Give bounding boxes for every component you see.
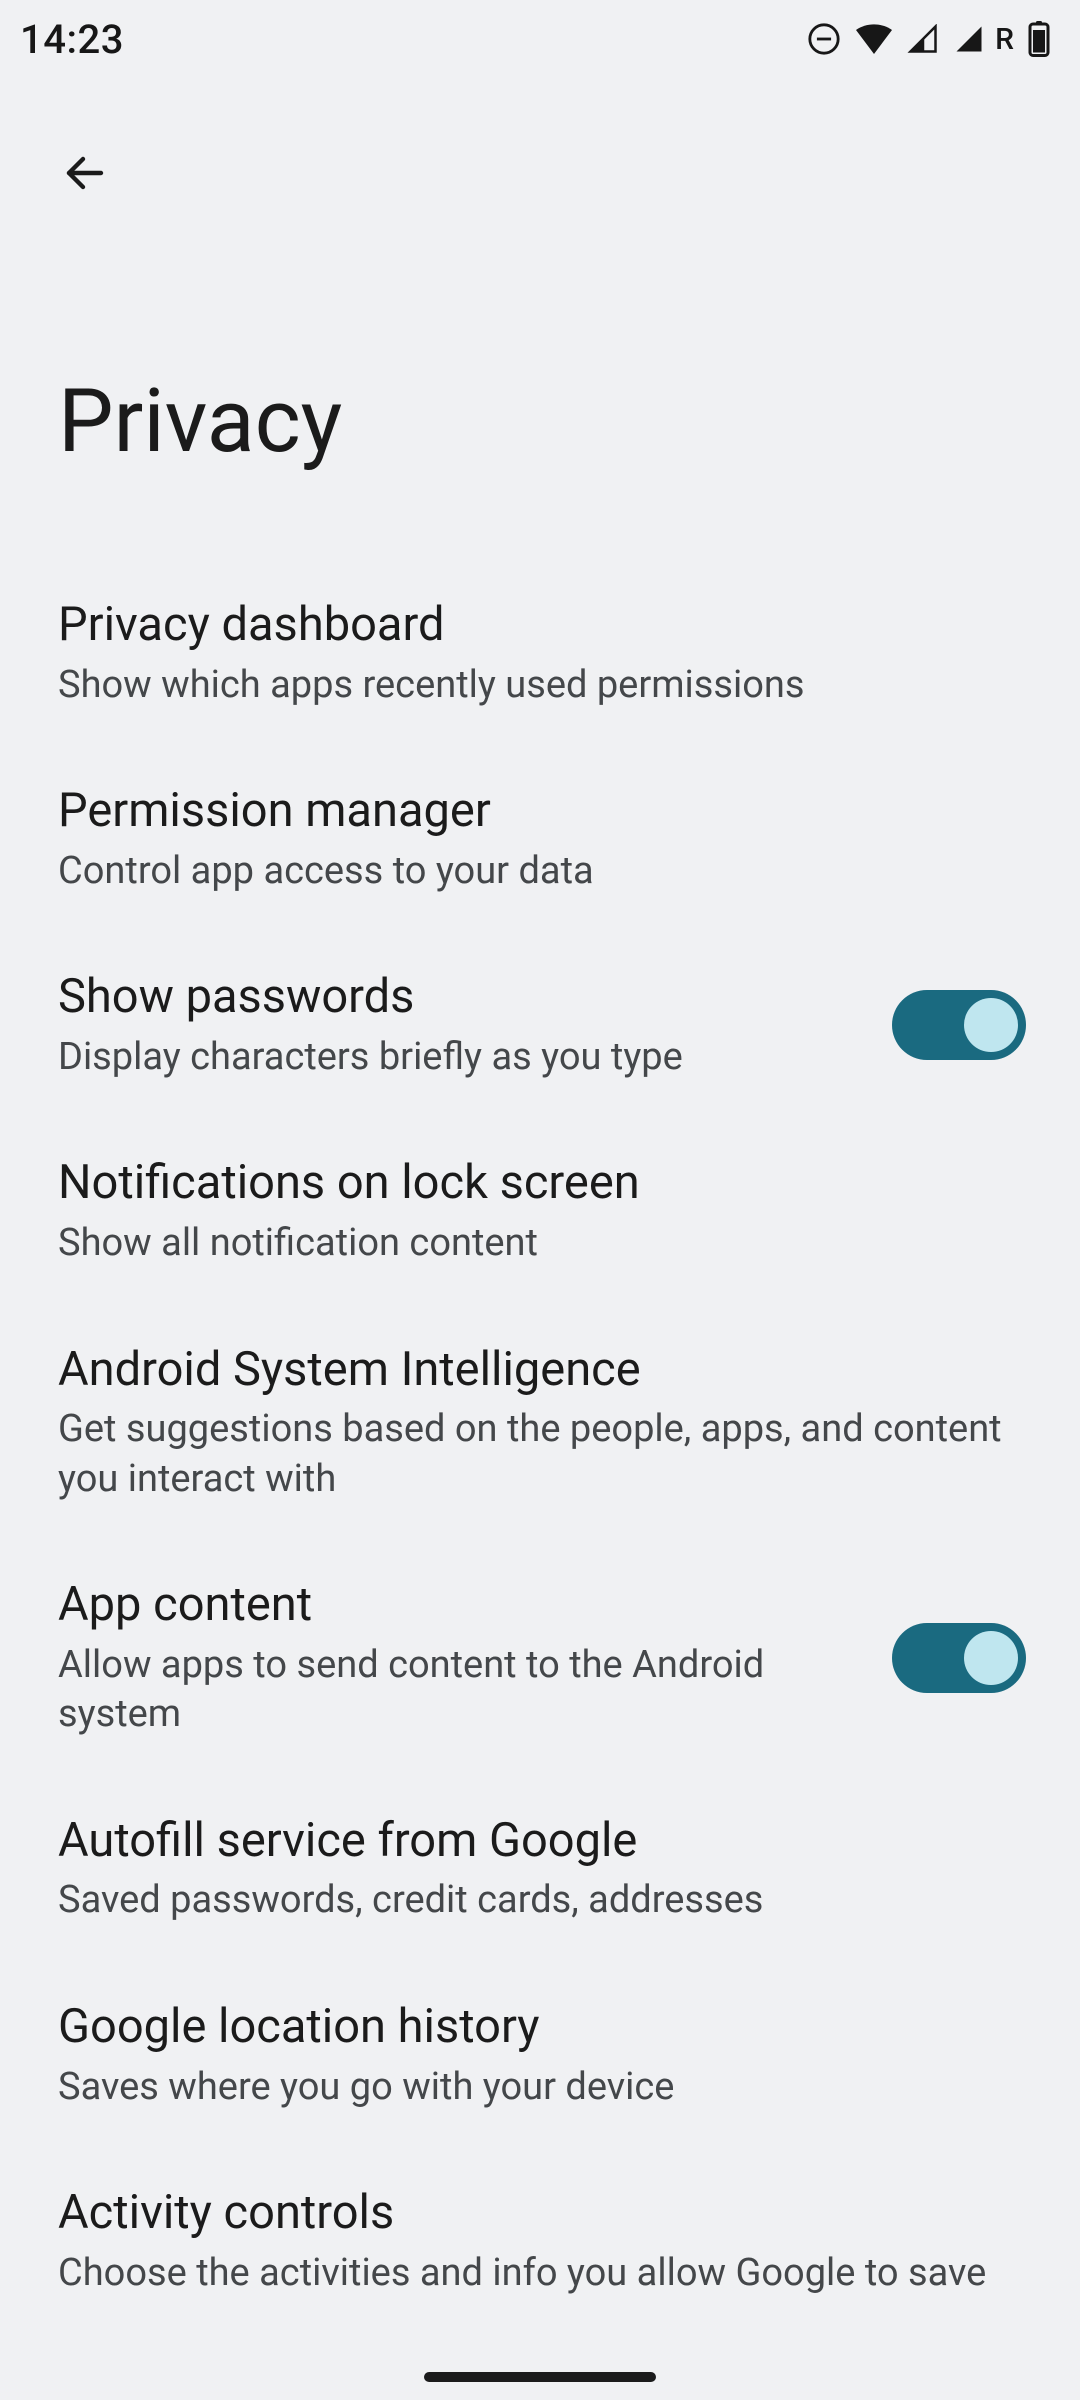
setting-app-content[interactable]: App content Allow apps to send content t… (0, 1540, 1080, 1776)
setting-text: Notifications on lock screen Show all no… (58, 1154, 1026, 1268)
setting-text: Autofill service from Google Saved passw… (58, 1812, 1026, 1926)
setting-title: Android System Intelligence (58, 1341, 1026, 1400)
setting-activity-controls[interactable]: Activity controls Choose the activities … (0, 2148, 1080, 2334)
setting-lockscreen-notifications[interactable]: Notifications on lock screen Show all no… (0, 1118, 1080, 1304)
setting-subtitle: Allow apps to send content to the Androi… (58, 1641, 852, 1740)
dnd-icon (807, 22, 841, 56)
setting-text: Permission manager Control app access to… (58, 782, 1026, 896)
page-title: Privacy (58, 370, 342, 473)
battery-icon (1028, 21, 1050, 57)
back-button[interactable] (40, 130, 130, 220)
setting-title: Activity controls (58, 2184, 1026, 2243)
setting-title: App content (58, 1576, 852, 1635)
status-icons: R (807, 21, 1050, 57)
setting-title: Permission manager (58, 782, 1026, 841)
setting-subtitle: Choose the activities and info you allow… (58, 2249, 1026, 2298)
setting-subtitle: Display characters briefly as you type (58, 1033, 852, 1082)
toggle-thumb (964, 998, 1018, 1052)
setting-title: Autofill service from Google (58, 1812, 1026, 1871)
status-time: 14:23 (20, 16, 124, 63)
wifi-icon (855, 24, 893, 54)
setting-subtitle: Saved passwords, credit cards, addresses (58, 1876, 1026, 1925)
setting-subtitle: Control app access to your data (58, 847, 1026, 896)
setting-text: Show passwords Display characters briefl… (58, 968, 852, 1082)
setting-text: Android System Intelligence Get suggesti… (58, 1341, 1026, 1505)
app-bar (0, 120, 1080, 230)
status-bar: 14:23 R (0, 0, 1080, 78)
setting-android-system-intelligence[interactable]: Android System Intelligence Get suggesti… (0, 1305, 1080, 1541)
setting-autofill-google[interactable]: Autofill service from Google Saved passw… (0, 1776, 1080, 1962)
setting-title: Show passwords (58, 968, 852, 1027)
setting-title: Google location history (58, 1998, 1026, 2057)
gesture-nav-handle[interactable] (424, 2372, 656, 2382)
setting-text: Privacy dashboard Show which apps recent… (58, 596, 1026, 710)
toggle-thumb (964, 1631, 1018, 1685)
signal-half-icon (907, 24, 939, 54)
setting-subtitle: Saves where you go with your device (58, 2063, 1026, 2112)
show-passwords-toggle[interactable] (892, 990, 1026, 1060)
setting-privacy-dashboard[interactable]: Privacy dashboard Show which apps recent… (0, 560, 1080, 746)
arrow-left-icon (61, 149, 109, 201)
setting-permission-manager[interactable]: Permission manager Control app access to… (0, 746, 1080, 932)
setting-title: Notifications on lock screen (58, 1154, 1026, 1213)
setting-google-location-history[interactable]: Google location history Saves where you … (0, 1962, 1080, 2148)
setting-subtitle: Get suggestions based on the people, app… (58, 1405, 1026, 1504)
setting-title: Privacy dashboard (58, 596, 1026, 655)
signal-full-icon (953, 24, 985, 54)
setting-subtitle: Show all notification content (58, 1219, 1026, 1268)
roaming-indicator: R (995, 22, 1014, 57)
setting-text: App content Allow apps to send content t… (58, 1576, 852, 1740)
app-content-toggle[interactable] (892, 1623, 1026, 1693)
setting-subtitle: Show which apps recently used permission… (58, 661, 1026, 710)
setting-show-passwords[interactable]: Show passwords Display characters briefl… (0, 932, 1080, 1118)
settings-list: Privacy dashboard Show which apps recent… (0, 560, 1080, 2334)
setting-text: Google location history Saves where you … (58, 1998, 1026, 2112)
setting-text: Activity controls Choose the activities … (58, 2184, 1026, 2298)
